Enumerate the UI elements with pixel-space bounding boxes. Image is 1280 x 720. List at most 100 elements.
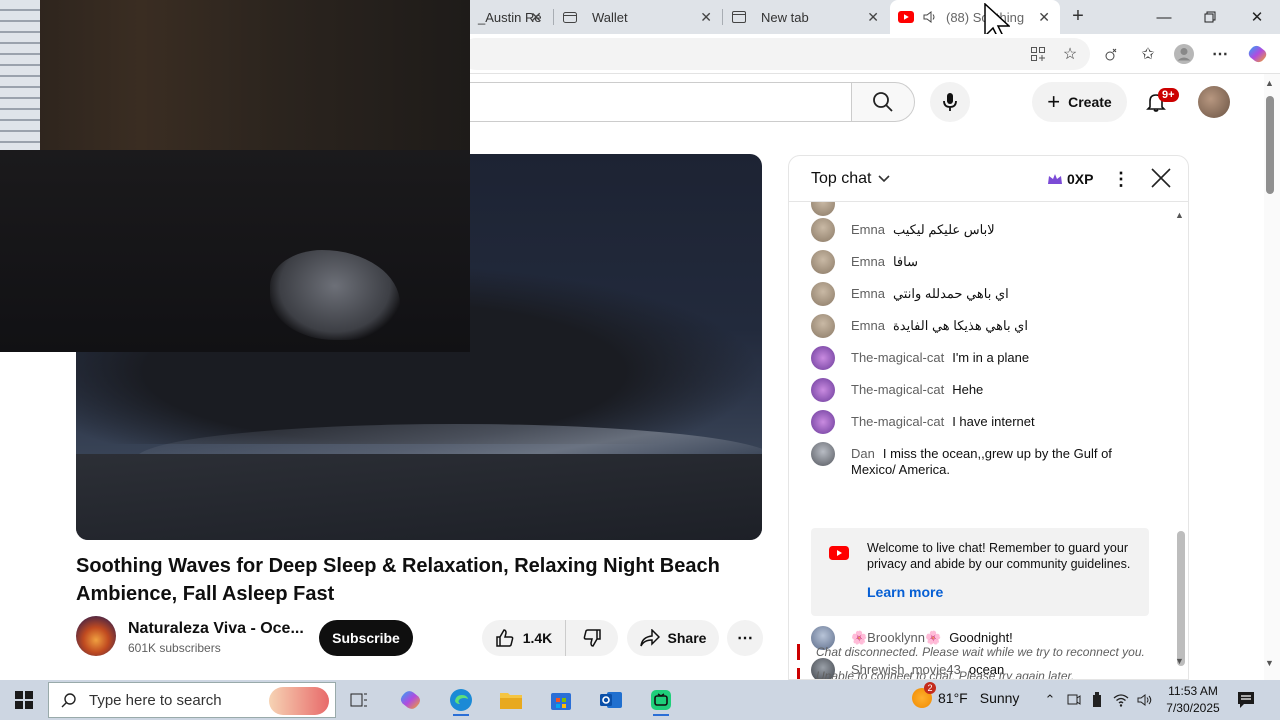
channel-name[interactable]: Naturaleza Viva - Oce... (128, 620, 304, 638)
wallet-icon (563, 12, 577, 23)
search-input[interactable] (430, 82, 851, 122)
more-actions-icon[interactable]: ⋯ (727, 620, 763, 656)
dislike-button[interactable] (566, 620, 618, 656)
volume-icon[interactable] (1135, 690, 1155, 710)
file-explorer-icon[interactable] (491, 684, 531, 716)
chat-system-message: Unable to connect to chat. Please try ag… (797, 668, 1074, 679)
crown-icon (1048, 174, 1062, 184)
meet-now-icon[interactable] (1064, 690, 1084, 710)
chat-author[interactable]: Emna (851, 254, 885, 269)
chat-text: I have internet (952, 414, 1035, 429)
chat-header: Top chat 0XP ⋮ (789, 156, 1188, 202)
weather-condition: Sunny (979, 690, 1020, 706)
microsoft-store-icon[interactable] (541, 684, 581, 716)
clock-date: 7/30/2025 (1166, 701, 1220, 715)
favorites-icon[interactable]: ✩ (1136, 42, 1160, 66)
notification-center-icon[interactable] (1236, 690, 1256, 710)
like-button[interactable]: 1.4K (482, 620, 566, 656)
system-clock[interactable]: 11:53 AM 7/30/2025 (1160, 683, 1226, 717)
chat-author[interactable]: Emna (851, 286, 885, 301)
wifi-icon[interactable] (1111, 690, 1131, 710)
search-highlight-image (269, 687, 329, 715)
task-view-icon[interactable] (340, 684, 380, 716)
close-icon[interactable]: ✕ (700, 9, 712, 26)
chat-message: Emna اي باهي حمدلله وانتي (811, 282, 1151, 306)
copilot-icon[interactable] (1246, 42, 1270, 66)
weather-widget[interactable]: 2 81°F Sunny (912, 682, 1020, 708)
tab-austin[interactable]: _Austin Re ✕ (470, 0, 552, 34)
chat-author[interactable]: Emna (851, 318, 885, 333)
app-available-icon[interactable] (1026, 42, 1050, 66)
channel-avatar[interactable] (76, 616, 116, 656)
page-scrollbar[interactable] (1266, 96, 1274, 194)
scroll-up-icon[interactable]: ▲ (1265, 78, 1274, 88)
maximize-icon[interactable] (1187, 0, 1233, 34)
thumbs-down-icon (583, 629, 601, 647)
copilot-app-icon[interactable] (391, 684, 431, 716)
tab-wallet[interactable]: Wallet ✕ (554, 0, 722, 34)
chat-more-options-icon[interactable]: ⋮ (1111, 168, 1131, 190)
close-icon[interactable]: ✕ (1038, 9, 1050, 26)
tab-soothing-waves[interactable]: (88) Soothing W ✕ (890, 0, 1060, 34)
chat-author[interactable]: Emna (851, 222, 885, 237)
xp-value: 0XP (1067, 171, 1094, 187)
close-window-icon[interactable]: ✕ (1234, 0, 1280, 34)
minimize-icon[interactable]: — (1141, 0, 1187, 34)
live-chat-panel: Top chat 0XP ⋮ Emna لاباس عليكم ليكيب Emn… (788, 155, 1189, 680)
create-label: Create (1068, 94, 1112, 110)
chat-author[interactable]: The-magical-cat (851, 382, 944, 397)
xp-badge[interactable]: 0XP (1047, 168, 1093, 190)
chat-message: The-magical-cat Hehe (811, 378, 1151, 402)
taskbar-search[interactable]: Type here to search (48, 682, 336, 718)
chat-author[interactable]: The-magical-cat (851, 350, 944, 365)
avatar (811, 218, 835, 242)
plus-icon[interactable]: + (1068, 6, 1088, 26)
learn-more-link[interactable]: Learn more (867, 584, 943, 600)
chat-scroll-down-icon[interactable]: ▼ (1175, 656, 1184, 666)
edge-browser-icon[interactable] (441, 684, 481, 716)
chat-author[interactable]: 🌸Brooklynn🌸 (851, 630, 941, 645)
scroll-down-icon[interactable]: ▼ (1265, 658, 1274, 668)
chat-message: Emna اي باهي هذيكا هي الفايدة (811, 314, 1151, 338)
browser-essentials-icon[interactable] (1100, 42, 1124, 66)
avatar (811, 410, 835, 434)
tab-new-tab[interactable]: New tab ✕ (723, 0, 889, 34)
profile-icon[interactable] (1172, 42, 1196, 66)
chat-author[interactable]: The-magical-cat (851, 414, 944, 429)
battery-usb-icon[interactable] (1087, 690, 1107, 710)
chat-text: اي باهي حمدلله وانتي (892, 286, 1009, 301)
search-button[interactable] (851, 82, 915, 122)
close-chat-icon[interactable] (1149, 166, 1173, 190)
voice-search-button[interactable] (930, 82, 970, 122)
settings-more-icon[interactable]: ⋯ (1208, 42, 1232, 66)
chat-mode-dropdown[interactable]: Top chat (811, 170, 891, 188)
chat-message-partial (811, 202, 1151, 216)
chat-scroll-up-icon[interactable]: ▲ (1175, 210, 1184, 220)
search-placeholder: Type here to search (89, 691, 222, 709)
chat-text: Goodnight! (949, 630, 1013, 645)
youtube-icon (829, 546, 849, 560)
speaker-icon[interactable] (922, 9, 938, 25)
streaming-app-icon[interactable] (641, 684, 681, 716)
close-icon[interactable]: ✕ (530, 9, 542, 26)
close-icon[interactable]: ✕ (867, 9, 879, 26)
create-button[interactable]: + Create (1032, 82, 1127, 122)
chat-welcome-banner: Welcome to live chat! Remember to guard … (811, 528, 1149, 616)
chat-author[interactable]: Dan (851, 446, 875, 461)
welcome-text: Welcome to live chat! Remember to guard … (867, 541, 1131, 571)
share-label: Share (667, 630, 707, 646)
favorite-star-icon[interactable]: ☆ (1058, 42, 1082, 66)
chat-text: اي باهي هذيكا هي الفايدة (892, 318, 1028, 333)
show-hidden-icons-icon[interactable]: ⌃ (1040, 690, 1060, 710)
chat-text: I'm in a plane (952, 350, 1030, 365)
chat-scrollbar[interactable] (1177, 531, 1185, 666)
share-button[interactable]: Share (627, 620, 719, 656)
tab-title: New tab (761, 9, 809, 25)
address-bar[interactable] (460, 38, 1090, 70)
subscribe-button[interactable]: Subscribe (319, 620, 413, 656)
outlook-icon[interactable] (591, 684, 631, 716)
like-count: 1.4K (522, 630, 553, 646)
start-button[interactable] (0, 680, 48, 720)
avatar[interactable] (1198, 86, 1230, 118)
sun-icon: 2 (912, 682, 936, 708)
